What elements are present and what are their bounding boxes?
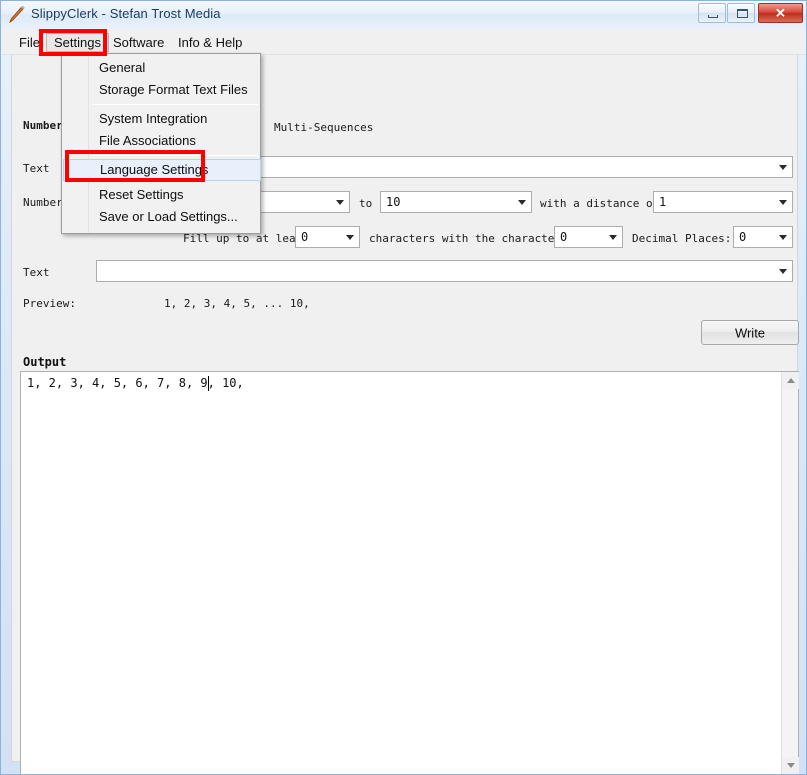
fill-character-value: 0 — [560, 230, 568, 244]
number-to-value: 10 — [386, 195, 401, 209]
chevron-down-icon — [779, 200, 787, 205]
menu-item-save-load-settings[interactable]: Save or Load Settings... — [63, 206, 261, 228]
scroll-up-icon[interactable] — [782, 372, 799, 389]
output-textarea[interactable]: 1, 2, 3, 4, 5, 6, 7, 8, 9, 10, — [20, 371, 799, 774]
close-button[interactable]: ✕ — [758, 3, 803, 23]
label-multi-sequences: Multi-Sequences — [274, 121, 374, 134]
scroll-down-icon[interactable] — [782, 757, 799, 774]
menu-item-info-help[interactable]: Info & Help — [171, 33, 249, 52]
minimize-button[interactable] — [698, 3, 726, 23]
decimal-places-combo[interactable]: 0 — [733, 226, 793, 248]
maximize-glyph — [737, 9, 748, 18]
menu-item-language-settings[interactable]: Language Settings — [63, 159, 261, 181]
write-button[interactable]: Write — [701, 320, 799, 345]
minimize-glyph — [708, 15, 718, 18]
chevron-down-icon — [609, 235, 617, 240]
label-chars-with-character: characters with the character — [369, 232, 562, 245]
fill-up-value: 0 — [301, 230, 309, 244]
write-button-label: Write — [734, 325, 766, 340]
label-number-range: Number — [23, 196, 63, 209]
label-number-section: Number — [23, 119, 63, 132]
text-caret — [208, 376, 209, 391]
close-icon: ✕ — [775, 5, 786, 21]
label-decimal-places: Decimal Places: — [632, 232, 732, 245]
window-title: SlippyClerk - Stefan Trost Media — [31, 6, 221, 21]
menu-item-storage-format[interactable]: Storage Format Text Files — [63, 79, 261, 101]
menu-separator-1 — [93, 104, 258, 105]
menu-item-reset-settings[interactable]: Reset Settings — [63, 184, 261, 206]
chevron-down-icon — [779, 235, 787, 240]
chevron-down-icon — [779, 165, 787, 170]
settings-dropdown-menu: General Storage Format Text Files System… — [61, 53, 261, 234]
menu-item-file-associations[interactable]: File Associations — [63, 130, 261, 152]
menu-item-system-integration[interactable]: System Integration — [63, 108, 261, 130]
label-distance: with a distance of — [540, 197, 660, 210]
label-to: to — [359, 197, 373, 210]
pen-icon — [9, 6, 25, 24]
menu-separator-2 — [93, 155, 258, 156]
maximize-button[interactable] — [727, 3, 755, 23]
chevron-down-icon — [336, 200, 344, 205]
distance-value: 1 — [659, 195, 667, 209]
label-text-suffix: Text — [23, 266, 50, 279]
output-text-content: 1, 2, 3, 4, 5, 6, 7, 8, 9, 10, — [27, 376, 251, 390]
menu-item-file[interactable]: File — [12, 33, 47, 52]
chevron-down-icon — [779, 269, 787, 274]
menu-bar: File Settings Software Info & Help — [2, 29, 806, 55]
label-text-prefix: Text — [23, 162, 50, 175]
menu-item-settings[interactable]: Settings — [46, 33, 109, 52]
output-scrollbar[interactable] — [781, 372, 799, 774]
label-preview: Preview: — [23, 297, 76, 310]
number-to-combo[interactable]: 10 — [380, 191, 532, 213]
label-output: Output — [23, 355, 67, 369]
menu-item-general[interactable]: General — [63, 57, 261, 79]
chevron-down-icon — [346, 235, 354, 240]
title-bar: SlippyClerk - Stefan Trost Media ✕ — [1, 1, 806, 29]
decimal-places-value: 0 — [739, 230, 747, 244]
fill-character-combo[interactable]: 0 — [554, 226, 623, 248]
distance-combo[interactable]: 1 — [653, 191, 793, 213]
text-suffix-combo[interactable] — [96, 260, 793, 282]
application-window: SlippyClerk - Stefan Trost Media ✕ File … — [0, 0, 807, 775]
chevron-down-icon — [518, 200, 526, 205]
preview-value: 1, 2, 3, 4, 5, ... 10, — [164, 297, 310, 310]
fill-up-combo[interactable]: 0 — [295, 226, 360, 248]
menu-item-software[interactable]: Software — [106, 33, 171, 52]
